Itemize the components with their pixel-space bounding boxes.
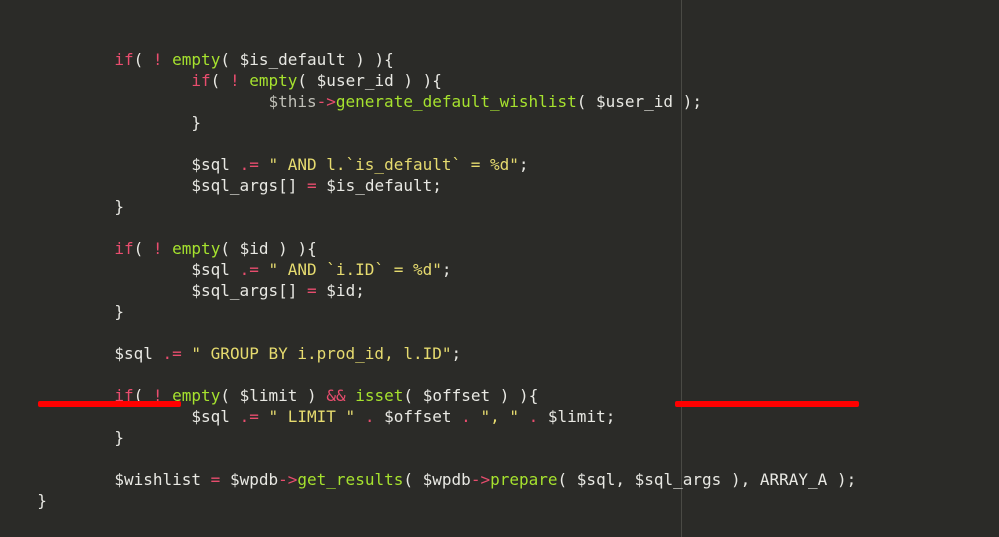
code-line: $sql .= " AND `i.ID` = %d";	[18, 260, 452, 279]
var-is-default: $is_default	[240, 50, 346, 69]
highlight-annotation-right	[675, 401, 859, 407]
var-offset: $offset	[423, 386, 490, 405]
fn-isset: isset	[355, 386, 403, 405]
str-and-is-default: " AND l.`is_default` = %d"	[268, 155, 518, 174]
code-line: $sql .= " LIMIT " . $offset . ", " . $li…	[18, 407, 615, 426]
var-sql: $sql	[191, 155, 230, 174]
code-line: $wishlist = $wpdb->get_results( $wpdb->p…	[18, 470, 856, 489]
code-line: }	[18, 302, 124, 321]
var-limit: $limit	[240, 386, 298, 405]
str-group-by: " GROUP BY i.prod_id, l.ID"	[191, 344, 451, 363]
code-line: $sql .= " AND l.`is_default` = %d";	[18, 155, 529, 174]
kw-if: if	[114, 50, 133, 69]
var-wishlist: $wishlist	[114, 470, 201, 489]
code-line	[18, 365, 28, 384]
code-line: }	[18, 428, 124, 447]
code-editor[interactable]: if( ! empty( $is_default ) ){ if( ! empt…	[0, 0, 999, 511]
var-this: $this	[268, 92, 316, 111]
var-user-id: $user_id	[317, 71, 394, 90]
code-line: }	[18, 491, 47, 510]
var-wpdb: $wpdb	[230, 470, 278, 489]
code-line: $sql .= " GROUP BY i.prod_id, l.ID";	[18, 344, 461, 363]
fn-empty: empty	[172, 50, 220, 69]
code-line: $this->generate_default_wishlist( $user_…	[18, 92, 702, 111]
code-line	[18, 134, 28, 153]
code-line: if( ! empty( $user_id ) ){	[18, 71, 442, 90]
code-line	[18, 323, 28, 342]
fn-prepare: prepare	[490, 470, 557, 489]
code-line: $sql_args[] = $is_default;	[18, 176, 442, 195]
code-line: if( ! empty( $id ) ){	[18, 239, 317, 258]
var-sql-args: $sql_args	[191, 176, 278, 195]
fn-generate-default-wishlist: generate_default_wishlist	[336, 92, 577, 111]
code-line: }	[18, 113, 201, 132]
str-and-iid: " AND `i.ID` = %d"	[268, 260, 441, 279]
fn-get-results: get_results	[297, 470, 403, 489]
var-id: $id	[240, 239, 269, 258]
str-comma: ", "	[480, 407, 519, 426]
code-line: if( ! empty( $is_default ) ){	[18, 50, 394, 69]
code-line: $sql_args[] = $id;	[18, 281, 365, 300]
str-limit: " LIMIT "	[268, 407, 355, 426]
code-line	[18, 449, 28, 468]
code-line	[18, 218, 28, 237]
highlight-annotation-left	[38, 401, 181, 407]
const-array-a: ARRAY_A	[760, 470, 827, 489]
code-line: }	[18, 197, 124, 216]
